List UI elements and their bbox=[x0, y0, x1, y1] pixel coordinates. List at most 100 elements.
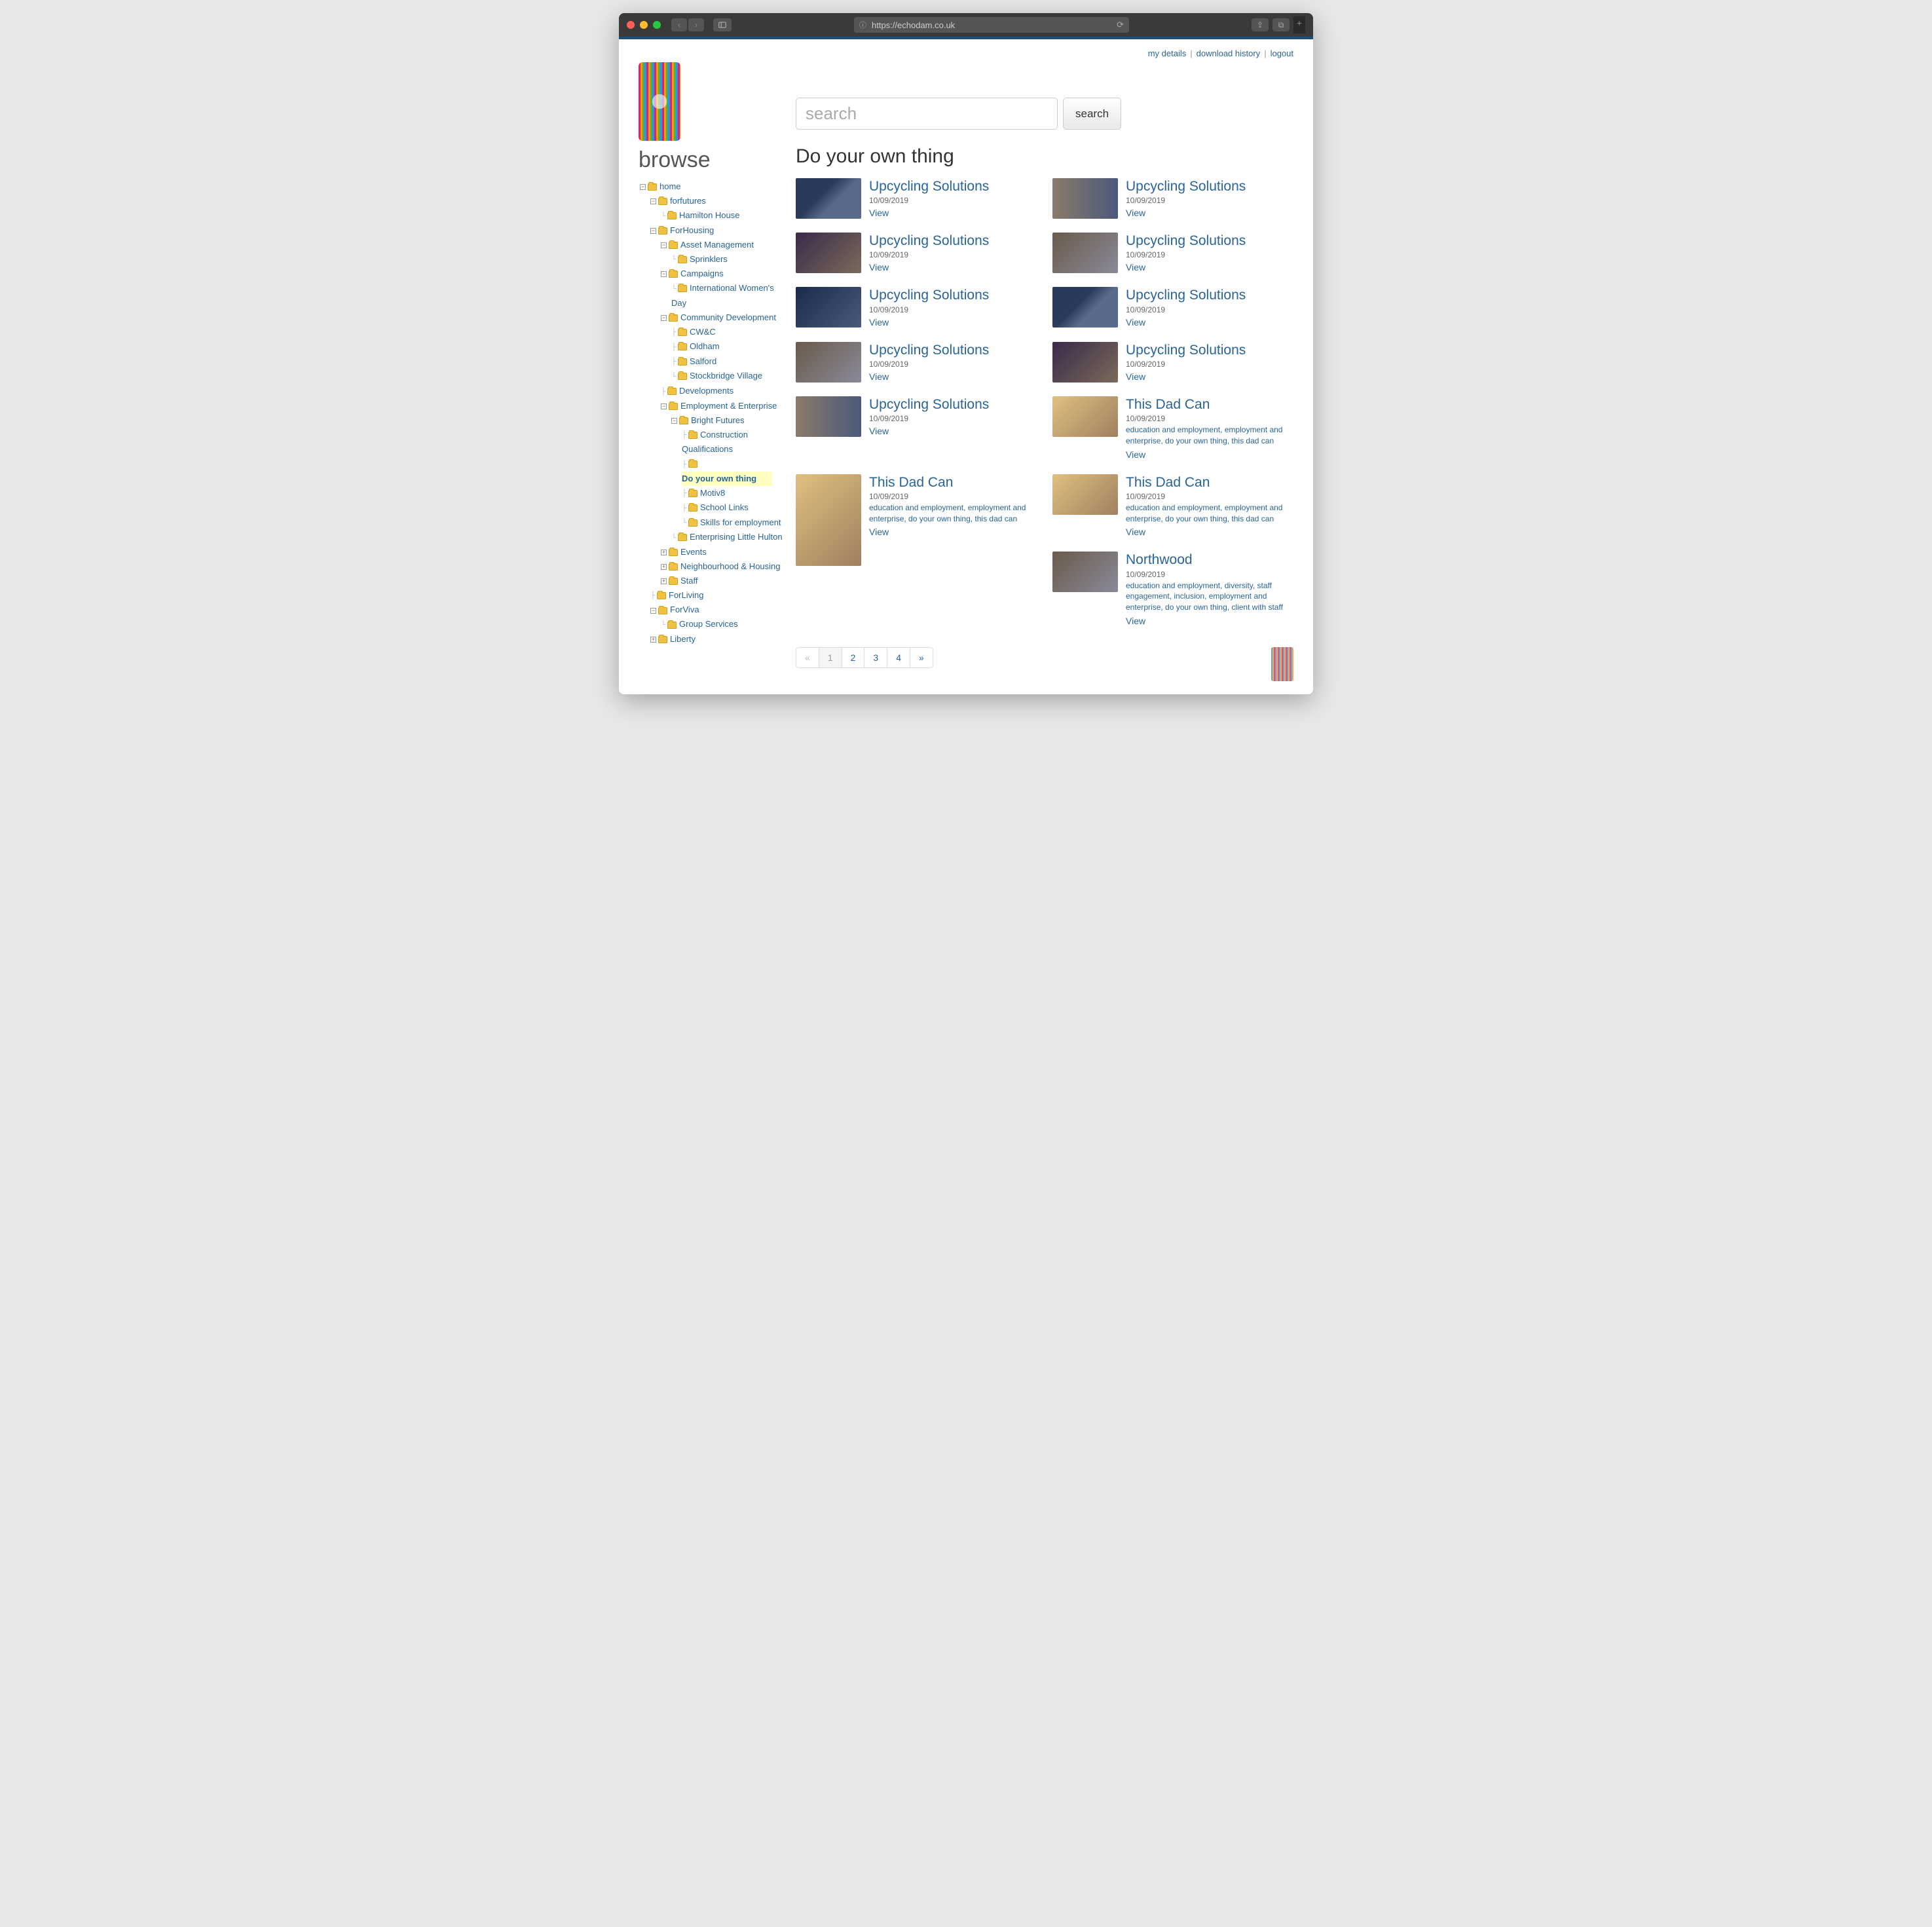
new-tab-button[interactable]: + bbox=[1293, 16, 1305, 33]
back-button[interactable]: ‹ bbox=[671, 18, 687, 31]
asset-title[interactable]: Upcycling Solutions bbox=[869, 342, 1037, 358]
tree-asset[interactable]: Asset Management bbox=[680, 240, 754, 250]
tree-schoollinks[interactable]: School Links bbox=[700, 502, 749, 512]
view-link[interactable]: View bbox=[869, 208, 889, 218]
tree-forviva[interactable]: ForViva bbox=[670, 605, 699, 614]
thumbnail[interactable] bbox=[796, 474, 861, 566]
page-3[interactable]: 3 bbox=[864, 648, 887, 667]
view-link[interactable]: View bbox=[869, 371, 889, 382]
tree-campaigns[interactable]: Campaigns bbox=[680, 269, 724, 278]
tree-motiv8[interactable]: Motiv8 bbox=[700, 488, 725, 498]
toggle-icon[interactable]: − bbox=[661, 242, 667, 248]
thumbnail[interactable] bbox=[1052, 552, 1118, 592]
tree-oldham[interactable]: Oldham bbox=[690, 341, 720, 351]
sidebar-toggle-button[interactable] bbox=[713, 18, 732, 31]
tree-groupservices[interactable]: Group Services bbox=[679, 619, 738, 629]
url-field[interactable]: ⓘ https://echodam.co.uk ⟳ bbox=[854, 17, 1129, 33]
toggle-icon[interactable]: − bbox=[650, 228, 656, 234]
asset-title[interactable]: This Dad Can bbox=[1126, 474, 1293, 491]
toggle-icon[interactable]: − bbox=[640, 184, 646, 190]
thumbnail[interactable] bbox=[1052, 474, 1118, 515]
toggle-icon[interactable]: + bbox=[650, 637, 656, 643]
asset-title[interactable]: This Dad Can bbox=[869, 474, 1037, 491]
tree-cwc[interactable]: CW&C bbox=[690, 327, 716, 337]
forward-button[interactable]: › bbox=[688, 18, 704, 31]
asset-title[interactable]: Upcycling Solutions bbox=[869, 178, 1037, 195]
tree-events[interactable]: Events bbox=[680, 547, 707, 557]
thumbnail[interactable] bbox=[796, 342, 861, 383]
view-link[interactable]: View bbox=[1126, 262, 1145, 272]
thumbnail[interactable] bbox=[796, 233, 861, 273]
asset-title[interactable]: Northwood bbox=[1126, 552, 1293, 568]
view-link[interactable]: View bbox=[1126, 449, 1145, 460]
asset-title[interactable]: Upcycling Solutions bbox=[1126, 178, 1293, 195]
close-window-button[interactable] bbox=[627, 21, 635, 29]
thumbnail[interactable] bbox=[1052, 233, 1118, 273]
asset-title[interactable]: Upcycling Solutions bbox=[1126, 233, 1293, 249]
toggle-icon[interactable]: − bbox=[661, 315, 667, 321]
page-1[interactable]: 1 bbox=[819, 648, 842, 667]
asset-title[interactable]: Upcycling Solutions bbox=[869, 233, 1037, 249]
page-prev[interactable]: « bbox=[796, 648, 819, 667]
site-logo[interactable] bbox=[639, 62, 680, 141]
thumbnail[interactable] bbox=[796, 396, 861, 437]
tabs-button[interactable]: ⧉ bbox=[1273, 18, 1290, 31]
toggle-icon[interactable]: − bbox=[650, 608, 656, 614]
maximize-window-button[interactable] bbox=[653, 21, 661, 29]
tree-hamilton[interactable]: Hamilton House bbox=[679, 210, 740, 220]
logout-link[interactable]: logout bbox=[1271, 48, 1293, 58]
asset-title[interactable]: This Dad Can bbox=[1126, 396, 1293, 413]
view-link[interactable]: View bbox=[1126, 371, 1145, 382]
my-details-link[interactable]: my details bbox=[1148, 48, 1187, 58]
thumbnail[interactable] bbox=[1052, 287, 1118, 327]
tree-stockbridge[interactable]: Stockbridge Village bbox=[690, 371, 762, 381]
toggle-icon[interactable]: + bbox=[661, 550, 667, 555]
tree-forliving[interactable]: ForLiving bbox=[669, 590, 703, 600]
thumbnail[interactable] bbox=[1052, 396, 1118, 437]
tree-community[interactable]: Community Development bbox=[680, 312, 776, 322]
tree-skills[interactable]: Skills for employment bbox=[700, 517, 781, 527]
tree-bright[interactable]: Bright Futures bbox=[691, 415, 745, 425]
view-link[interactable]: View bbox=[869, 426, 889, 436]
toggle-icon[interactable]: − bbox=[661, 271, 667, 277]
tree-salford[interactable]: Salford bbox=[690, 356, 716, 366]
asset-tags[interactable]: education and employment, diversity, sta… bbox=[1126, 580, 1293, 613]
asset-tags[interactable]: education and employment, employment and… bbox=[1126, 424, 1293, 447]
tree-sprinklers[interactable]: Sprinklers bbox=[690, 254, 728, 264]
thumbnail[interactable] bbox=[1052, 178, 1118, 219]
tree-forhousing[interactable]: ForHousing bbox=[670, 225, 714, 235]
share-button[interactable]: ⇪ bbox=[1252, 18, 1269, 31]
asset-title[interactable]: Upcycling Solutions bbox=[869, 287, 1037, 303]
toggle-icon[interactable]: + bbox=[661, 564, 667, 570]
tree-doyourown[interactable]: Do your own thing bbox=[682, 472, 772, 486]
toggle-icon[interactable]: − bbox=[661, 403, 667, 409]
asset-title[interactable]: Upcycling Solutions bbox=[869, 396, 1037, 413]
view-link[interactable]: View bbox=[869, 527, 889, 537]
download-history-link[interactable]: download history bbox=[1197, 48, 1261, 58]
view-link[interactable]: View bbox=[869, 262, 889, 272]
minimize-window-button[interactable] bbox=[640, 21, 648, 29]
tree-liberty[interactable]: Liberty bbox=[670, 634, 696, 644]
thumbnail[interactable] bbox=[796, 287, 861, 327]
tree-forfutures[interactable]: forfutures bbox=[670, 196, 706, 206]
asset-tags[interactable]: education and employment, employment and… bbox=[1126, 502, 1293, 525]
page-2[interactable]: 2 bbox=[842, 648, 865, 667]
toggle-icon[interactable]: − bbox=[650, 198, 656, 204]
tree-enterprising[interactable]: Enterprising Little Hulton bbox=[690, 532, 783, 542]
page-4[interactable]: 4 bbox=[887, 648, 910, 667]
search-button[interactable]: search bbox=[1063, 98, 1121, 130]
reload-icon[interactable]: ⟳ bbox=[1117, 20, 1124, 30]
page-next[interactable]: » bbox=[910, 648, 933, 667]
asset-title[interactable]: Upcycling Solutions bbox=[1126, 287, 1293, 303]
view-link[interactable]: View bbox=[1126, 208, 1145, 218]
asset-tags[interactable]: education and employment, employment and… bbox=[869, 502, 1037, 525]
view-link[interactable]: View bbox=[1126, 616, 1145, 626]
tree-home[interactable]: home bbox=[659, 181, 681, 191]
thumbnail[interactable] bbox=[796, 178, 861, 219]
toggle-icon[interactable]: + bbox=[661, 578, 667, 584]
tree-neighbourhood[interactable]: Neighbourhood & Housing bbox=[680, 561, 781, 571]
tree-employment[interactable]: Employment & Enterprise bbox=[680, 401, 777, 411]
view-link[interactable]: View bbox=[869, 317, 889, 327]
view-link[interactable]: View bbox=[1126, 527, 1145, 537]
thumbnail[interactable] bbox=[1052, 342, 1118, 383]
